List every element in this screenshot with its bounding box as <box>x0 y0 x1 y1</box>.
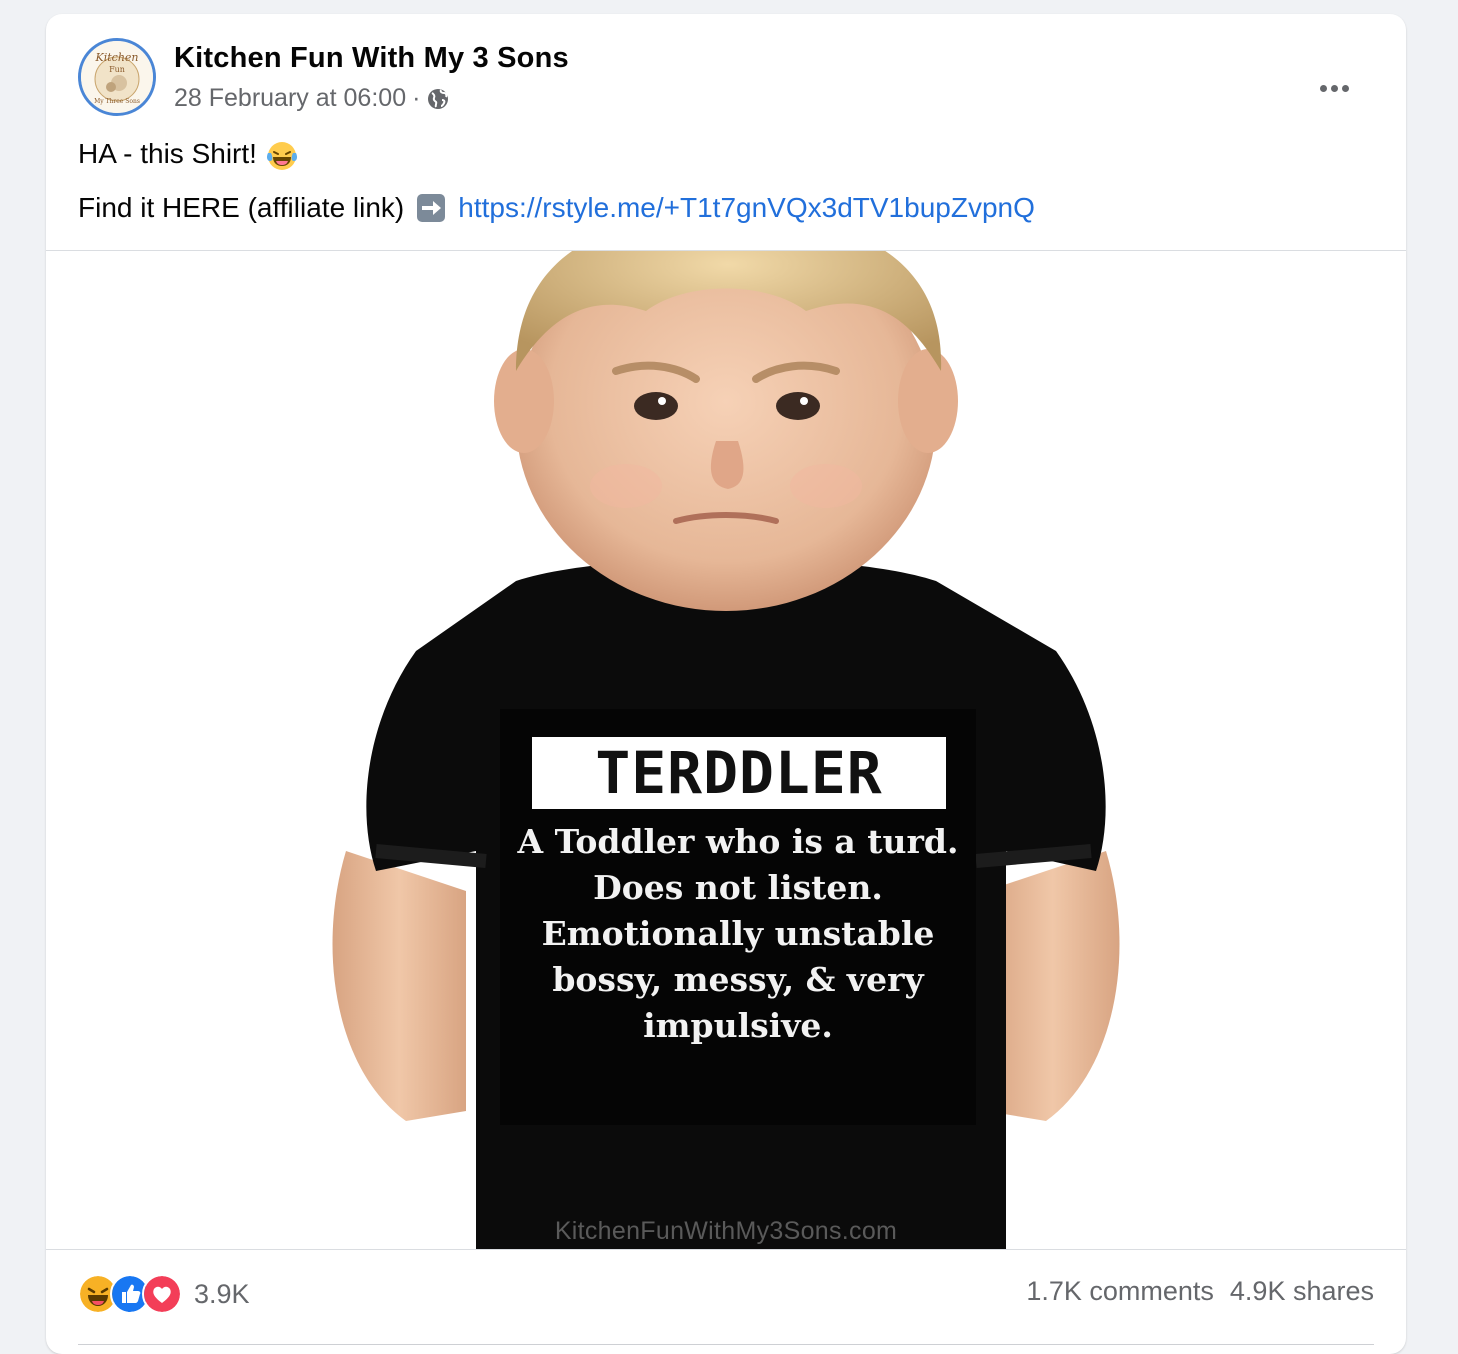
shirt-line: impulsive. <box>643 1006 833 1045</box>
post-text-2: Find it HERE (affiliate link) <box>78 192 405 223</box>
shirt-line: Emotionally unstable <box>541 914 935 953</box>
love-reaction-icon <box>142 1274 182 1314</box>
reactions-summary[interactable]: 3.9K <box>78 1274 250 1314</box>
shirt-line: bossy, messy, & very <box>552 960 924 999</box>
more-dot <box>1341 84 1349 92</box>
comments-count[interactable]: 1.7K comments <box>1026 1276 1214 1307</box>
svg-text:Kitchen: Kitchen <box>95 51 139 64</box>
page-avatar[interactable]: Kitchen Fun My Three Sons <box>78 38 156 116</box>
post-text-line-1: HA - this Shirt! <box>78 138 299 173</box>
shirt-line: A Toddler who is a turd. <box>517 822 959 861</box>
shirt-line: Does not listen. <box>593 868 883 907</box>
post-header: Kitchen Fun My Three Sons Kitchen Fun Wi… <box>78 36 1406 116</box>
shirt-text: A Toddler who is a turd. Does not listen… <box>500 819 976 1049</box>
footer-divider <box>78 1344 1374 1345</box>
reaction-count: 3.9K <box>194 1278 250 1309</box>
post-image[interactable]: TERDDLER A Toddler who is a turd. Does n… <box>46 250 1406 1250</box>
laughing-tears-emoji-icon <box>266 141 297 170</box>
page-logo-icon: Kitchen Fun My Three Sons <box>81 41 153 113</box>
more-options-icon[interactable] <box>1314 68 1354 108</box>
post-footer: 3.9K 1.7K comments 4.9K shares <box>78 1264 1374 1324</box>
shares-count[interactable]: 4.9K shares <box>1230 1276 1374 1307</box>
post-card: Kitchen Fun My Three Sons Kitchen Fun Wi… <box>46 14 1406 1354</box>
post-text-line-2: Find it HERE (affiliate link) https://rs… <box>78 192 1035 224</box>
affiliate-link[interactable]: https://rstyle.me/+T1t7gnVQx3dTV1bupZvpn… <box>458 192 1035 224</box>
shirt-title-box: TERDDLER <box>532 737 946 809</box>
page-name[interactable]: Kitchen Fun With My 3 Sons <box>174 42 569 75</box>
shirt-graphic: TERDDLER A Toddler who is a turd. Does n… <box>500 709 976 1125</box>
more-dot <box>1319 84 1327 92</box>
post-meta: 28 February at 06:00 · <box>174 84 450 113</box>
shirt-title: TERDDLER <box>595 739 883 807</box>
right-arrow-emoji-icon <box>417 194 446 222</box>
more-dot <box>1330 84 1338 92</box>
meta-separator: · <box>412 84 421 112</box>
svg-text:My Three Sons: My Three Sons <box>94 98 140 105</box>
post-stats: 1.7K comments 4.9K shares <box>1026 1276 1374 1307</box>
post-timestamp[interactable]: 28 February at 06:00 <box>174 84 406 113</box>
globe-icon[interactable] <box>426 87 450 111</box>
svg-text:Fun: Fun <box>109 65 125 74</box>
image-watermark: KitchenFunWithMy3Sons.com <box>554 1217 898 1245</box>
post-text-1: HA - this Shirt! <box>78 138 257 169</box>
